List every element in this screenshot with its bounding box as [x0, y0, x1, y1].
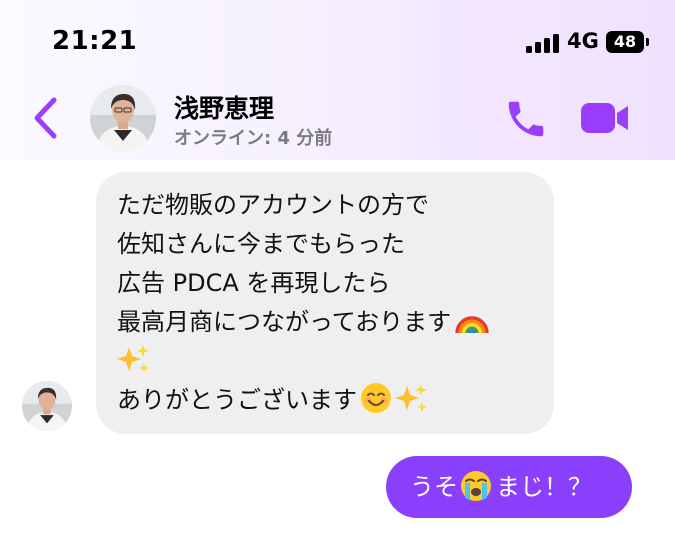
battery-tip	[646, 38, 649, 46]
message-line: 佐知さんに今までもらった	[117, 230, 405, 258]
outgoing-message-bubble[interactable]: うそ まじ！？	[386, 456, 632, 518]
message-line	[117, 342, 534, 381]
status-time: 21:21	[52, 26, 138, 56]
contact-photo	[90, 85, 156, 151]
message-line: 広告 PDCA を再現したら	[117, 269, 391, 297]
incoming-message-bubble[interactable]: ただ物販のアカウントの方で 佐知さんに今までもらった 広告 PDCA を再現した…	[96, 172, 554, 434]
contact-photo-small	[22, 381, 72, 431]
message-line: 最高月商につながっております	[117, 303, 534, 342]
contact-name[interactable]: 浅野恵理	[174, 89, 274, 125]
phone-icon	[508, 101, 544, 137]
chevron-left-icon	[34, 97, 57, 139]
contact-status: オンライン: 4 分前	[174, 128, 333, 149]
back-button[interactable]	[30, 96, 60, 140]
smiling-face-emoji	[361, 383, 391, 413]
sparkles-emoji	[395, 384, 427, 412]
video-call-button[interactable]	[579, 99, 631, 137]
loudly-crying-face-emoji	[461, 471, 491, 501]
network-label: 4G	[567, 29, 599, 53]
rainbow-emoji	[455, 316, 489, 334]
outgoing-text-start: うそ	[410, 473, 458, 501]
sparkles-emoji	[117, 345, 149, 373]
voice-call-button[interactable]	[503, 96, 549, 142]
signal-icon	[526, 33, 562, 53]
status-bar: 21:21 4G 48	[0, 0, 675, 70]
message-line: ありがとうございます	[117, 381, 534, 420]
battery-icon: 48	[606, 31, 644, 53]
message-avatar[interactable]	[22, 381, 72, 431]
video-camera-icon	[581, 103, 628, 133]
message-line: ただ物販のアカウントの方で	[117, 191, 429, 219]
avatar[interactable]	[90, 85, 156, 151]
outgoing-text-end: まじ！？	[496, 473, 592, 501]
